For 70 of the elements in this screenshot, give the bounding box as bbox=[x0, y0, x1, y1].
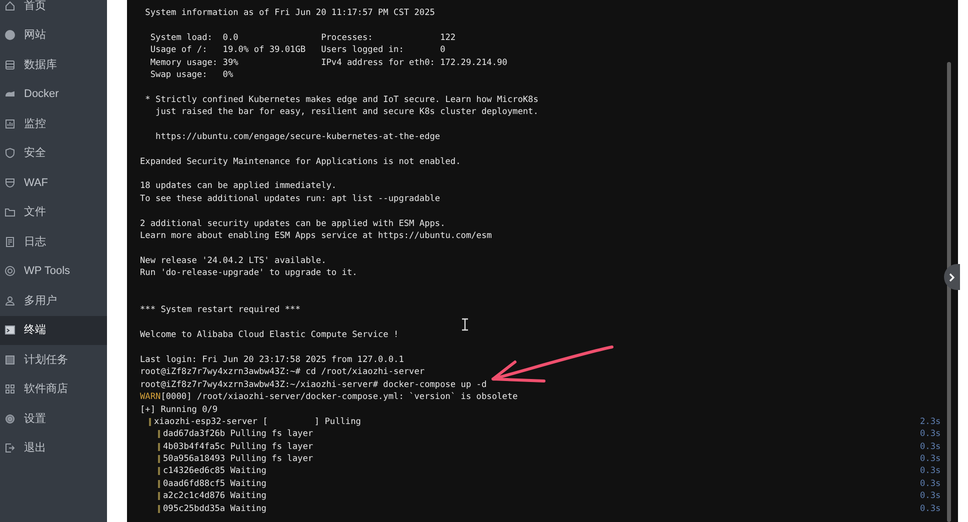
terminal-line: 50a956a18493 Pulling fs layer bbox=[163, 453, 314, 466]
circle-icon bbox=[4, 265, 16, 278]
sidebar-item[interactable]: 网站 bbox=[0, 20, 107, 50]
terminal-line: dad67da3f26b Pulling fs layer bbox=[163, 428, 314, 441]
terminal-line: Usage of /: 19.0% of 39.01GB Users logged in: 0 bbox=[149, 44, 446, 57]
terminal-line: Run 'do-release-upgrade' to upgrade to it. bbox=[140, 267, 358, 280]
gear-icon bbox=[4, 412, 16, 425]
sidebar-item[interactable]: 日志 bbox=[0, 227, 107, 256]
sidebar-item[interactable]: 软件商店 bbox=[0, 374, 107, 404]
chart-icon bbox=[4, 118, 16, 130]
terminal-line: [0000] /root/xiaozhi-server/docker-compose.yml: `version` is obsolete bbox=[160, 391, 518, 404]
terminal-line: [+] Running 0/9 bbox=[140, 404, 218, 416]
user-icon bbox=[4, 294, 16, 307]
grid-icon bbox=[4, 383, 16, 396]
terminal-line: Swap usage: 0% bbox=[149, 68, 234, 82]
terminal-line: root@iZf8z7r7wy4xzrn3awbw43Z:~# cd /root/xiaozhi-server bbox=[140, 366, 425, 379]
sidebar-item[interactable]: WAF bbox=[0, 168, 107, 198]
terminal-line: just raised the bar for easy, resilient and secure K8s cluster deployment. bbox=[154, 106, 538, 119]
terminal-line: 0aad6fd88cf5 Waiting bbox=[163, 478, 266, 490]
elapsed-time: 0.3s bbox=[920, 502, 941, 516]
exit-icon bbox=[4, 442, 16, 454]
terminal-line: Expanded Security Maintenance for Applications is not enabled. bbox=[140, 156, 461, 168]
terminal-line: a2c2c1c4d876 Waiting bbox=[163, 490, 266, 503]
terminal-icon bbox=[4, 324, 16, 336]
sidebar-item[interactable]: 计划任务 bbox=[0, 345, 107, 374]
terminal-line: New release '24.04.2 LTS' available. bbox=[140, 254, 326, 268]
shield-icon bbox=[4, 176, 16, 189]
sidebar-item[interactable]: 终端 bbox=[0, 316, 107, 345]
terminal-line: root@iZf8z7r7wy4xzrn3awbw43Z:~/xiaozhi-server# docker-compose up -d bbox=[140, 378, 487, 392]
terminal-line: 4b03b4f4fa5c Pulling fs layer bbox=[163, 440, 314, 454]
elapsed-time: 0.3s bbox=[920, 440, 941, 454]
chevron-right-icon bbox=[949, 272, 955, 282]
elapsed-time: 0.3s bbox=[920, 490, 941, 503]
terminal-line: Learn more about enabling ESM Apps service at https://ubuntu.com/esm bbox=[140, 230, 492, 242]
terminal-line: To see these additional updates run: apt list --upgradable bbox=[140, 192, 440, 206]
sidebar-item[interactable]: 监控 bbox=[0, 109, 107, 138]
terminal-line: System load: 0.0 Processes: 122 bbox=[149, 32, 456, 44]
sidebar-item[interactable]: 安全 bbox=[0, 138, 107, 168]
terminal-line: xiaozhi-esp32-server [ ] Pulling bbox=[154, 416, 361, 428]
terminal-line: 095c25bdd35a Waiting bbox=[163, 502, 266, 516]
terminal-line: 18 updates can be applied immediately. bbox=[140, 180, 337, 193]
sidebar-item[interactable]: Docker bbox=[0, 80, 107, 109]
document-icon bbox=[4, 236, 16, 248]
scrollbar[interactable] bbox=[947, 62, 951, 522]
sidebar-item[interactable]: 设置 bbox=[0, 404, 107, 434]
terminal-line: https://ubuntu.com/engage/secure-kubernetes-at-the-edge bbox=[154, 130, 440, 144]
elapsed-time: 0.3s bbox=[920, 478, 941, 490]
terminal-line: System information as of Fri Jun 20 11:17:57 PM CST 2025 bbox=[144, 7, 435, 20]
terminal-line: *** System restart required *** bbox=[140, 304, 300, 317]
elapsed-time: 0.3s bbox=[920, 428, 941, 441]
folder-icon bbox=[4, 206, 16, 218]
elapsed-time: 2.3s bbox=[920, 416, 941, 428]
elapsed-time: 0.3s bbox=[920, 465, 941, 478]
sidebar-item[interactable]: 数据库 bbox=[0, 50, 107, 80]
shield-icon bbox=[4, 147, 16, 160]
sidebar-item[interactable]: 退出 bbox=[0, 434, 107, 463]
terminal-line: Memory usage: 39% IPv4 address for eth0: 172.29.214.90 bbox=[149, 56, 508, 69]
terminal-line: c14326ed6c85 Waiting bbox=[163, 465, 266, 478]
terminal-line: 2 additional security updates can be applied with ESM Apps. bbox=[140, 218, 446, 230]
terminal-line: Last login: Fri Jun 20 23:17:58 2025 from 127.0.0.1 bbox=[140, 354, 404, 366]
sidebar-item[interactable]: 多用户 bbox=[0, 286, 107, 316]
terminal-line: * Strictly confined Kubernetes makes edge and IoT secure. Learn how MicroK8s bbox=[144, 94, 538, 106]
database-icon bbox=[4, 58, 16, 71]
sidebar-item[interactable]: 文件 bbox=[0, 198, 107, 227]
warning-tag: WARN bbox=[140, 391, 161, 404]
elapsed-time: 0.3s bbox=[920, 453, 941, 466]
house-icon bbox=[4, 0, 16, 12]
sidebar-item[interactable]: WP Tools bbox=[0, 256, 107, 286]
terminal-line: Welcome to Alibaba Cloud Elastic Compute Service ! bbox=[140, 329, 399, 342]
cursor-icon bbox=[461, 318, 469, 331]
